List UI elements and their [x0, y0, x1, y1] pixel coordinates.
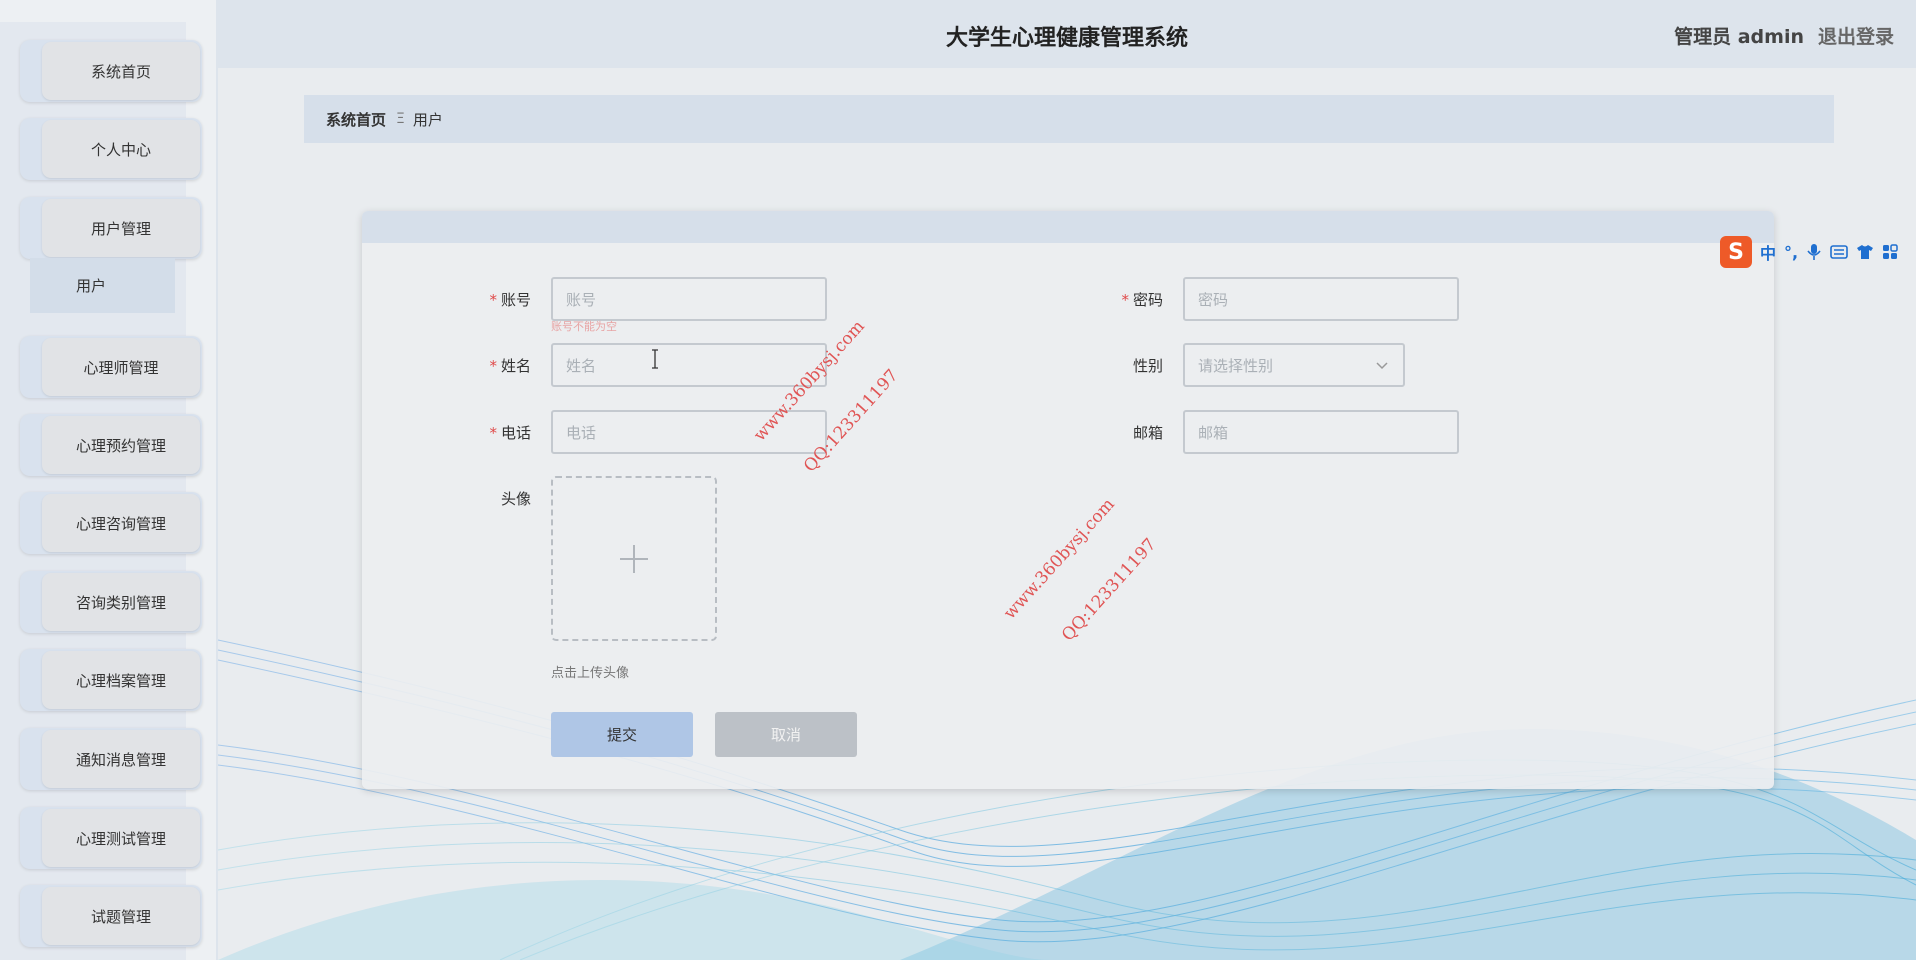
- account-label-text: 账号: [500, 291, 531, 309]
- sidebar-item-label: 心理测试管理: [42, 809, 200, 867]
- sidebar-item-counselor-management[interactable]: 心理师管理: [20, 336, 202, 398]
- sidebar: 系统首页 个人中心 用户管理 用户 心理师管理 心理预约管理 心理咨询管理 咨询…: [0, 0, 218, 960]
- password-label-text: 密码: [1132, 291, 1163, 309]
- email-label: 邮箱: [1132, 424, 1163, 442]
- sidebar-item-label: 心理师管理: [42, 338, 200, 396]
- plus-icon: [620, 544, 648, 573]
- sidebar-item-appointment-management[interactable]: 心理预约管理: [20, 414, 202, 476]
- required-mark: *: [489, 424, 497, 442]
- sidebar-item-label: 个人中心: [42, 120, 200, 178]
- keyboard-icon[interactable]: [1830, 245, 1848, 259]
- current-user-label: 管理员 admin: [1674, 26, 1804, 48]
- phone-label-text: 电话: [500, 424, 531, 442]
- text-cursor-icon: [652, 349, 658, 369]
- avatar-label: 头像: [500, 490, 531, 508]
- toolbox-icon[interactable]: [1882, 244, 1898, 260]
- gender-select-placeholder: 请选择性别: [1198, 356, 1274, 375]
- sidebar-item-archive-management[interactable]: 心理档案管理: [20, 649, 202, 711]
- account-label: * 账号: [431, 289, 531, 310]
- sidebar-item-label: 通知消息管理: [42, 730, 200, 788]
- name-label: * 姓名: [431, 355, 531, 376]
- chevron-down-icon: [1376, 362, 1388, 370]
- sidebar-item-notification-management[interactable]: 通知消息管理: [20, 728, 202, 790]
- password-label: * 密码: [1063, 289, 1163, 310]
- sidebar-item-label: 咨询类别管理: [42, 573, 200, 631]
- password-input[interactable]: 密码: [1183, 277, 1459, 321]
- breadcrumb-separator: Ξ: [396, 111, 405, 127]
- sidebar-item-home[interactable]: 系统首页: [20, 40, 202, 102]
- sidebar-item-personal-center[interactable]: 个人中心: [20, 118, 202, 180]
- sidebar-item-consultation-management[interactable]: 心理咨询管理: [20, 492, 202, 554]
- breadcrumb-home-link[interactable]: 系统首页: [326, 109, 386, 130]
- cancel-button[interactable]: 取消: [715, 712, 857, 757]
- phone-label: * 电话: [431, 422, 531, 443]
- required-mark: *: [1121, 291, 1129, 309]
- account-input[interactable]: 账号: [551, 277, 827, 321]
- sidebar-item-user-management[interactable]: 用户管理: [20, 197, 202, 259]
- sidebar-subitem-user[interactable]: 用户: [30, 258, 175, 313]
- top-header: 大学生心理健康管理系统 管理员 admin 退出登录: [218, 0, 1916, 68]
- user-form-card: * 账号 账号 * 密码 密码 * 姓名 姓名 性别 请选择性别 * 电话 电话 邮箱 …: [362, 211, 1774, 789]
- submit-button[interactable]: 提交: [551, 712, 693, 757]
- sidebar-item-label: 心理预约管理: [42, 416, 200, 474]
- app-title: 大学生心理健康管理系统: [945, 26, 1188, 51]
- required-mark: *: [489, 357, 497, 375]
- sidebar-item-label: 用户管理: [42, 199, 200, 257]
- breadcrumb: 系统首页 Ξ 用户: [304, 95, 1834, 143]
- avatar-upload-tip: 点击上传头像: [551, 666, 630, 681]
- name-label-text: 姓名: [500, 357, 531, 375]
- sidebar-item-label: 试题管理: [42, 887, 200, 945]
- gender-label: 性别: [1132, 357, 1163, 375]
- microphone-icon[interactable]: [1806, 243, 1822, 261]
- logout-link[interactable]: 退出登录: [1818, 22, 1894, 49]
- avatar-upload-area[interactable]: [551, 476, 717, 641]
- gender-select[interactable]: 请选择性别: [1183, 343, 1405, 387]
- ime-mode-toggle[interactable]: 中: [1760, 240, 1776, 264]
- sidebar-item-question-management[interactable]: 试题管理: [20, 885, 202, 947]
- required-mark: *: [489, 291, 497, 309]
- name-input[interactable]: 姓名: [551, 343, 827, 387]
- sidebar-item-category-management[interactable]: 咨询类别管理: [20, 571, 202, 633]
- form-card-header: [362, 211, 1774, 243]
- sidebar-item-test-management[interactable]: 心理测试管理: [20, 807, 202, 869]
- email-input[interactable]: 邮箱: [1183, 410, 1459, 454]
- skin-icon[interactable]: [1856, 244, 1874, 260]
- account-error-text: 账号不能为空: [551, 320, 617, 333]
- ime-punctuation-toggle[interactable]: °,: [1784, 243, 1798, 262]
- ime-toolbar[interactable]: S 中 °,: [1720, 232, 1916, 272]
- breadcrumb-current: 用户: [412, 110, 443, 129]
- sidebar-item-label: 心理档案管理: [42, 651, 200, 709]
- sidebar-item-label: 系统首页: [42, 42, 200, 100]
- sidebar-item-label: 心理咨询管理: [42, 494, 200, 552]
- sogou-logo-icon[interactable]: S: [1720, 236, 1752, 268]
